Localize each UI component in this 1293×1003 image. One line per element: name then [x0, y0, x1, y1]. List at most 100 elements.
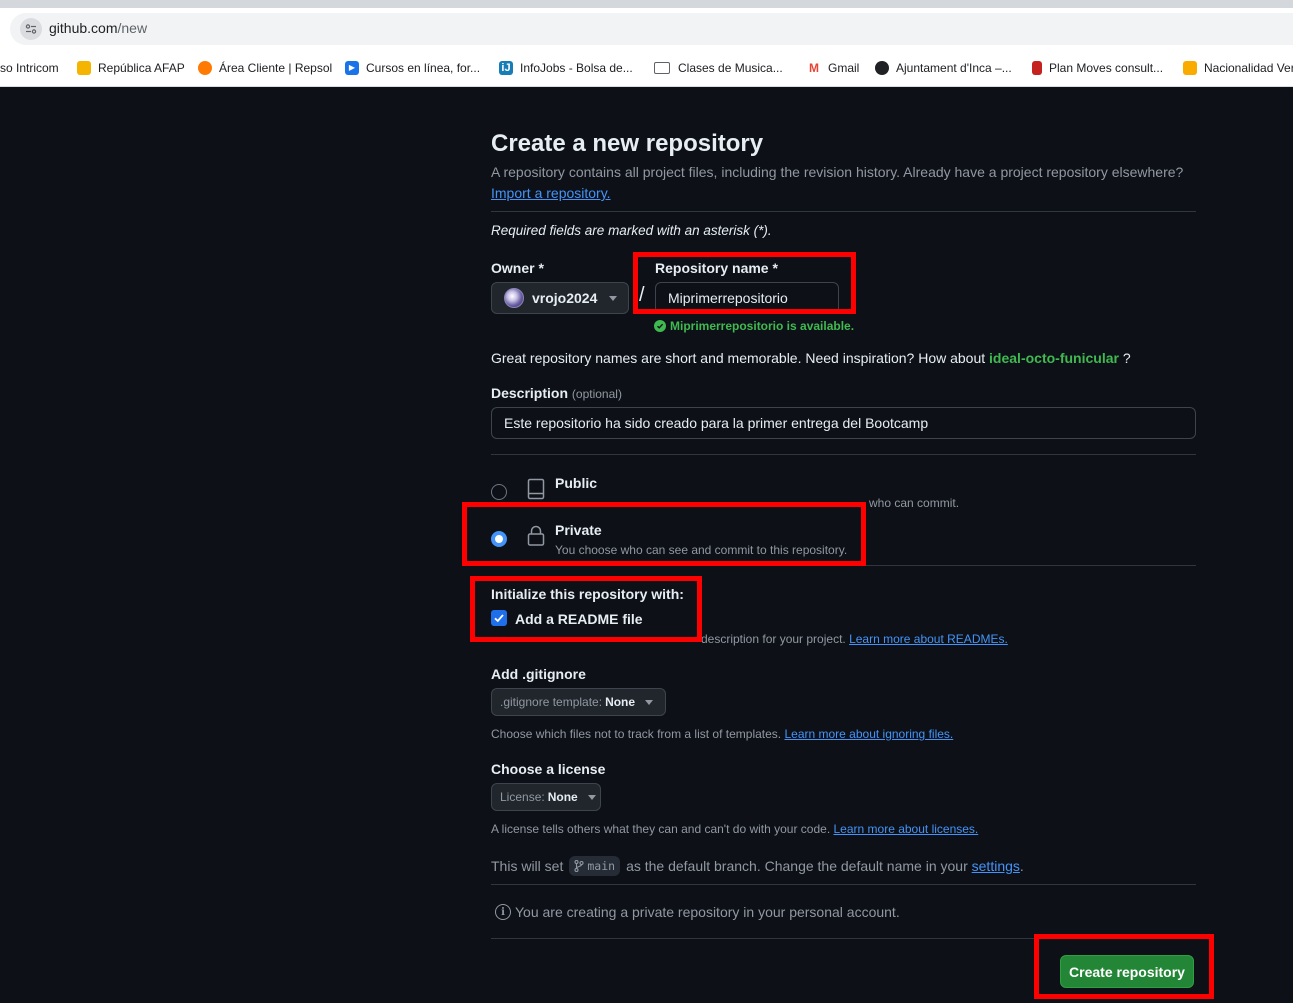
learn-more-ignoring-files-link[interactable]: Learn more about ignoring files. [784, 727, 953, 741]
license-label: Choose a license [491, 761, 606, 777]
url-text[interactable]: github.com/new [49, 20, 147, 36]
url-host: github.com [49, 20, 118, 36]
afap-icon [77, 61, 91, 75]
folder-icon [654, 62, 670, 74]
repsol-icon [198, 61, 212, 75]
bookmark-intricom[interactable]: so Intricom [0, 59, 59, 77]
checkmark-icon [494, 614, 504, 623]
readme-description: description for your project. Learn more… [701, 632, 1008, 646]
private-radio[interactable] [491, 531, 507, 547]
site-info-icon[interactable] [20, 18, 42, 40]
info-icon: i [495, 904, 511, 920]
address-bar-row: github.com/new [0, 8, 1293, 48]
branch-note-end: . [1019, 858, 1024, 874]
bookmark-infojobs[interactable]: iJ InfoJobs - Bolsa de... [499, 59, 633, 77]
gitignore-select-prefix: .gitignore template: [500, 695, 603, 709]
gitignore-template-dropdown[interactable]: .gitignore template: None [491, 688, 666, 716]
spain-emblem-icon [1183, 61, 1197, 75]
inspiration-prefix: Great repository names are short and mem… [491, 350, 986, 366]
divider [491, 211, 1196, 212]
address-bar[interactable]: github.com/new [10, 13, 1293, 45]
settings-link[interactable]: settings [972, 858, 1020, 874]
repository-name-label: Repository name * [655, 260, 778, 276]
bookmark-nacionalidad[interactable]: Nacionalidad Ver [1183, 59, 1293, 77]
divider [491, 454, 1196, 455]
branch-note-middle: as the default branch. Change the defaul… [626, 858, 968, 874]
license-select-value: None [547, 790, 578, 804]
readme-description-text: description for your project. [701, 632, 846, 646]
divider [491, 565, 1196, 566]
bookmark-label: so Intricom [0, 61, 59, 75]
page-body: Create a new repository A repository con… [0, 87, 1293, 1003]
license-select-prefix: License: [500, 790, 545, 804]
gitignore-note-text: Choose which files not to track from a l… [491, 727, 782, 741]
divider [491, 884, 1196, 885]
gitignore-note: Choose which files not to track from a l… [491, 727, 953, 741]
caret-down-icon [645, 699, 654, 705]
caret-down-icon [609, 295, 618, 301]
owner-dropdown[interactable]: vrojo2024 [491, 282, 629, 314]
caret-down-icon [587, 794, 596, 800]
bookmark-ajuntament[interactable]: Ajuntament d'Inca –... [875, 59, 1012, 77]
required-fields-note: Required fields are marked with an aster… [491, 223, 772, 238]
bookmark-label: InfoJobs - Bolsa de... [520, 61, 633, 75]
bookmark-plan-moves[interactable]: Plan Moves consult... [1032, 59, 1163, 77]
gitignore-select-value: None [605, 695, 636, 709]
branch-name-pill: main [569, 856, 621, 876]
repo-icon [527, 478, 545, 500]
private-title: Private [555, 522, 602, 538]
bookmark-gmail[interactable]: M Gmail [807, 59, 859, 77]
license-note-text: A license tells others what they can and… [491, 822, 831, 836]
bookmarks-bar: so Intricom República AFAP Área Cliente … [0, 48, 1293, 87]
public-radio[interactable] [491, 484, 507, 500]
owner-value: vrojo2024 [532, 290, 598, 306]
default-branch-note: This will set main as the default branch… [491, 856, 1024, 876]
learn-more-licenses-link[interactable]: Learn more about licenses. [834, 822, 979, 836]
license-note: A license tells others what they can and… [491, 822, 978, 836]
readme-label[interactable]: Add a README file [515, 611, 643, 627]
branch-note-prefix: This will set [491, 858, 564, 874]
info-note-text: You are creating a private repository in… [515, 904, 900, 920]
inspiration-suffix: ? [1122, 350, 1131, 366]
bookmark-republica-afap[interactable]: República AFAP [77, 59, 185, 77]
infojobs-icon: iJ [499, 61, 513, 75]
import-repository-link[interactable]: Import a repository. [491, 185, 611, 201]
public-description: who can commit. [869, 496, 960, 510]
bookmark-cursos[interactable]: ▶ Cursos en línea, for... [345, 59, 480, 77]
bookmark-clases-musica[interactable]: Clases de Musica... [654, 59, 783, 77]
bookmark-label: República AFAP [98, 61, 185, 75]
ajuntament-icon [875, 61, 889, 75]
description-label: Description (optional) [491, 385, 622, 401]
suggested-name-link[interactable]: ideal-octo-funicular [989, 350, 1119, 366]
description-label-text: Description [491, 385, 569, 401]
inspiration-text: Great repository names are short and mem… [491, 350, 1131, 366]
license-dropdown[interactable]: License: None [491, 783, 601, 811]
bookmark-label: Área Cliente | Repsol [219, 61, 333, 75]
bookmark-label: Cursos en línea, for... [366, 61, 481, 75]
bookmark-repsol[interactable]: Área Cliente | Repsol [198, 59, 332, 77]
create-repository-button[interactable]: Create repository [1060, 955, 1194, 988]
learn-more-readmes-link[interactable]: Learn more about READMEs. [849, 632, 1008, 646]
owner-repo-separator: / [639, 284, 645, 306]
description-input[interactable]: Este repositorio ha sido creado para la … [491, 407, 1196, 439]
public-title: Public [555, 475, 598, 491]
page-subtitle: A repository contains all project files,… [491, 164, 1184, 180]
repository-name-input[interactable]: Miprimerrepositorio [655, 282, 839, 314]
owner-label: Owner * [491, 260, 544, 276]
bookmark-label: Gmail [828, 61, 860, 75]
bookmark-label: Ajuntament d'Inca –... [896, 61, 1012, 75]
private-description: You choose who can see and commit to thi… [555, 543, 848, 557]
divider [491, 938, 1196, 939]
branch-name: main [587, 859, 616, 873]
page-title: Create a new repository [491, 130, 764, 157]
initialize-label: Initialize this repository with: [491, 586, 684, 602]
git-branch-icon [574, 860, 584, 872]
private-info-note: i You are creating a private repository … [495, 904, 900, 920]
gitignore-label: Add .gitignore [491, 666, 586, 682]
readme-checkbox[interactable] [491, 610, 507, 626]
url-path: /new [117, 20, 148, 36]
bookmark-label: Plan Moves consult... [1049, 61, 1164, 75]
gmail-icon: M [807, 61, 821, 75]
plan-moves-icon [1032, 61, 1042, 75]
availability-message: Miprimerrepositorio is available. [654, 319, 854, 333]
